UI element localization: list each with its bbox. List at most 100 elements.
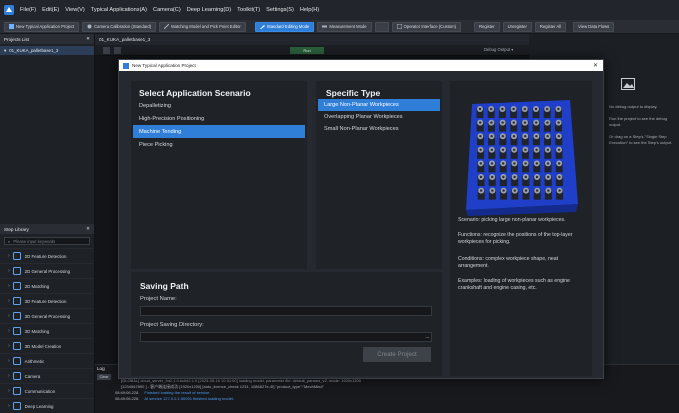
step-library-item[interactable]: › 2D Feature Detection: [0, 248, 94, 263]
workpiece: [533, 187, 541, 200]
project-tab[interactable]: 01_KUKA_palletbase1_3: [95, 34, 529, 45]
step-library-item[interactable]: › 2D Matching: [0, 278, 94, 293]
menu-settings[interactable]: Settings(S): [266, 7, 294, 13]
close-icon[interactable]: ✕: [86, 36, 90, 42]
step-library-item[interactable]: › Communication: [0, 383, 94, 398]
menu-camera[interactable]: Camera(C): [153, 7, 181, 13]
workpiece: [532, 106, 540, 118]
log-clear-button[interactable]: Clear: [97, 374, 111, 380]
workpiece: [533, 174, 541, 186]
log-lines: [GLOBAL] cloud_server_fm2.1.0.build2.1.0…: [115, 378, 675, 402]
step-library-item[interactable]: › Deep Learning: [0, 398, 94, 413]
workpiece: [476, 133, 484, 146]
scenario-option[interactable]: High-Precision Positioning: [133, 112, 305, 125]
create-project-button[interactable]: Create Project: [363, 347, 431, 362]
project-name-input[interactable]: [140, 306, 432, 316]
projects-list-title: Projects List: [4, 36, 30, 42]
step-library-item[interactable]: › 3D Model Creation: [0, 338, 94, 353]
log-text: AI service 127.0.0.1:50051 finished load…: [144, 396, 234, 401]
type-option[interactable]: Overlapping Planar Workpieces: [318, 111, 440, 123]
close-icon[interactable]: ✕: [86, 226, 90, 232]
arithmetic-icon: [12, 357, 21, 365]
standard-editing-mode-button[interactable]: Standard Editing Mode: [254, 21, 315, 32]
project-dir-input[interactable]: [140, 332, 432, 342]
step-library-item[interactable]: › Arithmetic: [0, 353, 94, 368]
camera-calibration-button[interactable]: Camera Calibration (Standard): [82, 21, 157, 32]
menu-file[interactable]: File(F): [20, 7, 36, 13]
step-search-input[interactable]: ⌕ Please input keywords: [4, 237, 90, 245]
register-all-button[interactable]: Register All: [534, 21, 567, 32]
log-time: 08:49:06.228: [115, 390, 139, 395]
menu-toolkit[interactable]: Toolkit(T): [237, 7, 260, 13]
workpiece: [544, 133, 552, 146]
step-library-item[interactable]: › 3D General Processing: [0, 308, 94, 323]
new-typical-project-button[interactable]: New Typical Application Project: [4, 21, 80, 32]
workpiece: [477, 187, 485, 200]
workpiece: [510, 160, 518, 173]
workpiece: [498, 106, 506, 118]
workpiece: [533, 160, 541, 173]
menu-help[interactable]: Help(H): [300, 7, 319, 13]
new-project-icon: [9, 24, 14, 29]
workpiece: [533, 146, 541, 159]
app-logo-icon: [4, 5, 14, 15]
chevron-right-icon: ›: [8, 388, 10, 394]
deep-learning-icon: [12, 402, 21, 410]
workpiece: [499, 133, 507, 146]
save-icon[interactable]: [103, 47, 110, 54]
view-data-flows-button[interactable]: View Data Flows: [573, 21, 615, 32]
step-library-item[interactable]: › 3D Matching: [0, 323, 94, 338]
workpiece: [476, 119, 484, 132]
run-button[interactable]: Run: [290, 47, 324, 54]
workpiece: [544, 146, 552, 159]
project-item[interactable]: ▾ 01_KUKA_palletbase1_3: [0, 46, 94, 55]
menu-typical-applications[interactable]: Typical Applications(A): [91, 7, 147, 13]
workpiece: [510, 106, 518, 118]
projects-list-panel: Projects List ✕ ▾ 01_KUKA_palletbase1_3: [0, 34, 95, 224]
toolbar-more-button[interactable]: [374, 21, 389, 32]
scenario-option[interactable]: Depalletizing: [133, 99, 305, 112]
close-icon[interactable]: ✕: [593, 62, 598, 69]
menu-edit[interactable]: Edit(E): [42, 7, 59, 13]
dialog-title-bar: New Typical Application Project ✕: [119, 60, 603, 71]
workpiece: [476, 106, 484, 118]
workpiece: [555, 133, 563, 146]
camera-icon: [87, 24, 92, 29]
workpiece: [522, 174, 530, 186]
chevron-right-icon: ›: [8, 328, 10, 334]
scenario-option[interactable]: Piece Picking: [133, 138, 305, 151]
workpiece: [532, 119, 540, 132]
browse-button[interactable]: ...: [423, 332, 432, 342]
chevron-right-icon: ›: [8, 283, 10, 289]
register-button[interactable]: Register: [474, 21, 500, 32]
search-icon: ⌕: [8, 238, 11, 244]
workpiece: [499, 146, 507, 159]
workpiece: [532, 133, 540, 146]
interface-icon: [396, 24, 402, 29]
workpiece: [555, 119, 563, 132]
operator-interface-button[interactable]: Operator Interface (Custom): [391, 21, 461, 32]
step-library-item[interactable]: › 2D General Processing: [0, 263, 94, 278]
scenario-title: Select Application Scenario: [139, 88, 251, 98]
type-option[interactable]: Large Non-Planar Workpieces: [318, 99, 440, 111]
workpiece: [521, 106, 529, 118]
workpiece: [499, 174, 507, 186]
measurement-mode-button[interactable]: Measurement Mode: [317, 21, 372, 32]
unregister-button[interactable]: Unregister: [502, 21, 532, 32]
menu-bar: File(F) Edit(E) View(V) Typical Applicat…: [0, 0, 679, 20]
step-library-item[interactable]: › Camera: [0, 368, 94, 383]
menu-view[interactable]: View(V): [65, 7, 84, 13]
undo-icon[interactable]: [114, 47, 121, 54]
type-option[interactable]: Small Non-Planar Workpieces: [318, 123, 440, 135]
new-project-dialog: New Typical Application Project ✕ Select…: [118, 59, 604, 379]
scenario-description: Scenario: picking large non-planar workp…: [458, 217, 566, 223]
debug-output-dropdown[interactable]: Debug Output ▾: [484, 47, 513, 52]
workpiece: [499, 119, 507, 132]
menu-deep-learning[interactable]: Deep Learning(D): [187, 7, 231, 13]
workpiece: [554, 106, 562, 118]
type-panel: Specific Type Large Non-Planar Workpiece…: [316, 81, 442, 269]
scenario-option[interactable]: Machine Tending: [133, 125, 305, 138]
matching-model-editor-button[interactable]: Matching Model and Pick Point Editor: [159, 21, 246, 32]
step-library-item[interactable]: › 3D Feature Detection: [0, 293, 94, 308]
chevron-right-icon: ›: [8, 358, 10, 364]
